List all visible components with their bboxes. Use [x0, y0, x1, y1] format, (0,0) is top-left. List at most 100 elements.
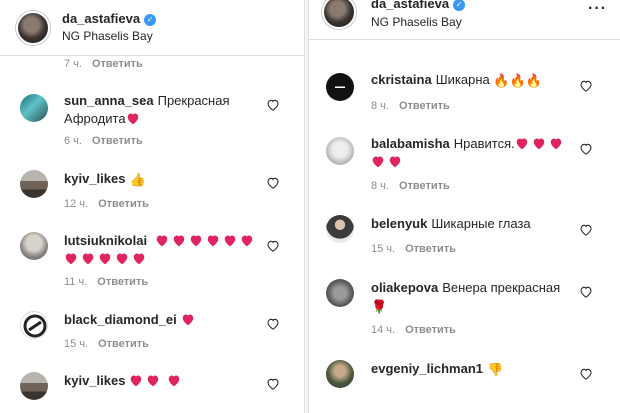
verified-badge-icon: ✓: [144, 14, 157, 26]
reply-button[interactable]: Ответить: [405, 243, 456, 255]
reply-button[interactable]: Ответить: [98, 338, 149, 350]
comment-username[interactable]: ckristaina: [371, 72, 432, 87]
red-heart-emoji-icon: [131, 375, 142, 387]
post-header: da_astafieva ✓ NG Phaselis Bay ···: [309, 0, 620, 40]
comment-text: evgeniy_lichman1 👎: [371, 360, 503, 379]
red-heart-emoji-icon: [133, 253, 145, 265]
avatar[interactable]: [326, 279, 354, 307]
comment-username[interactable]: evgeniy_lichman1: [371, 361, 483, 376]
heart-emoji-row: [155, 233, 257, 248]
comment-text: balabamisha Нравится.: [371, 135, 571, 171]
heart-outline-icon[interactable]: [579, 285, 593, 299]
avatar-logo-text-icon: ▬▬: [335, 84, 345, 90]
comment-username[interactable]: sun_anna_sea: [64, 93, 154, 108]
red-heart-emoji-icon: [190, 235, 201, 247]
comment-meta: 11 ч. Ответить: [64, 276, 149, 288]
verified-badge-icon: ✓: [453, 0, 466, 11]
avatar[interactable]: [20, 232, 48, 260]
red-heart-emoji-icon: [207, 235, 218, 247]
comment-text: ckristaina Шикарна 🔥🔥🔥: [371, 72, 542, 88]
reply-button[interactable]: Ответить: [97, 276, 148, 288]
comment-text: sun_anna_sea Прекрасная Афродита: [64, 93, 230, 126]
post-location[interactable]: NG Phaselis Bay: [62, 29, 153, 43]
comment-meta: 8 ч. Ответить: [371, 100, 450, 112]
comment-username[interactable]: kyiv_likes: [64, 373, 125, 388]
comment-text: kyiv_likes 👍: [64, 170, 146, 189]
red-heart-emoji-icon: [65, 253, 77, 265]
comment-text: oliakepova Венера прекрасная 🌹: [371, 280, 561, 314]
red-heart-emoji-icon: [168, 375, 180, 387]
avatar[interactable]: ▬▬: [326, 73, 354, 101]
avatar[interactable]: [326, 137, 354, 165]
heart-outline-icon[interactable]: [266, 176, 280, 190]
reply-button[interactable]: Ответить: [92, 58, 143, 70]
comment-meta: 7 ч. Ответить: [64, 58, 143, 70]
rose-emoji-icon: 🌹: [371, 299, 388, 314]
left-post-panel: da_astafieva ✓ NG Phaselis Bay 7 ч. Ответи…: [0, 0, 304, 413]
red-heart-emoji-icon: [241, 235, 252, 247]
avatar[interactable]: [326, 215, 354, 243]
red-heart-emoji-icon: [173, 235, 184, 247]
red-heart-emoji-icon: [156, 235, 167, 247]
heart-outline-icon[interactable]: [579, 367, 593, 381]
comment-meta: 12 ч. Ответить: [64, 198, 149, 210]
comment-meta: 15 ч. Ответить: [371, 243, 456, 255]
reply-button[interactable]: Ответить: [98, 198, 149, 210]
right-post-panel: da_astafieva ✓ NG Phaselis Bay ··· ▬▬ ckr…: [309, 0, 620, 413]
fire-emoji-icon: 🔥🔥🔥: [493, 73, 542, 88]
comment-text: lutsiuknikolai: [64, 232, 259, 268]
thumbs-up-emoji-icon: 👍: [129, 172, 146, 187]
heart-outline-icon[interactable]: [579, 142, 593, 156]
heart-outline-icon[interactable]: [266, 317, 280, 331]
reply-button[interactable]: Ответить: [399, 180, 450, 192]
heart-outline-icon[interactable]: [266, 98, 280, 112]
comment-username[interactable]: belenyuk: [371, 216, 427, 231]
heart-outline-icon[interactable]: [266, 239, 280, 253]
avatar[interactable]: [20, 372, 48, 400]
comment-meta: 8 ч. Ответить: [371, 180, 450, 192]
heart-outline-icon[interactable]: [579, 223, 593, 237]
comment-text: belenyuk Шикарные глаза: [371, 216, 531, 231]
reply-button[interactable]: Ответить: [399, 100, 450, 112]
comment-text: kyiv_likes: [64, 372, 184, 390]
reply-button[interactable]: Ответить: [405, 324, 456, 336]
thumbs-down-emoji-icon: 👎: [487, 362, 504, 377]
red-heart-emoji-icon: [99, 253, 111, 265]
reply-button[interactable]: Ответить: [92, 135, 143, 147]
post-author-username[interactable]: da_astafieva ✓: [371, 0, 466, 11]
avatar[interactable]: [326, 360, 354, 388]
heart-emoji-row: [64, 251, 149, 266]
post-author-username[interactable]: da_astafieva ✓: [62, 11, 157, 26]
post-header: da_astafieva ✓ NG Phaselis Bay: [0, 0, 304, 56]
avatar[interactable]: [20, 170, 48, 198]
heart-outline-icon[interactable]: [266, 377, 280, 391]
red-heart-emoji-icon: [224, 235, 235, 247]
comment-username[interactable]: kyiv_likes: [64, 171, 125, 186]
red-heart-emoji-icon: [127, 113, 138, 125]
red-heart-emoji-icon: [116, 253, 128, 265]
avatar[interactable]: [20, 311, 48, 339]
post-author-avatar[interactable]: [16, 11, 50, 45]
comment-username[interactable]: black_diamond_ei: [64, 312, 177, 327]
red-heart-emoji-icon: [533, 138, 544, 150]
comment-meta: 15 ч. Ответить: [64, 338, 149, 350]
comment-username[interactable]: lutsiuknikolai: [64, 233, 147, 248]
red-heart-emoji-icon: [516, 138, 527, 150]
red-heart-emoji-icon: [550, 138, 561, 150]
post-location[interactable]: NG Phaselis Bay: [371, 15, 462, 29]
diamond-logo-icon: [23, 314, 47, 338]
red-heart-emoji-icon: [182, 314, 193, 326]
red-heart-emoji-icon: [148, 375, 159, 387]
post-author-avatar[interactable]: [322, 0, 356, 29]
more-options-icon[interactable]: ···: [588, 0, 607, 18]
comment-username[interactable]: oliakepova: [371, 280, 438, 295]
avatar[interactable]: [20, 94, 48, 122]
comment-username[interactable]: balabamisha: [371, 136, 450, 151]
comment-text: black_diamond_ei: [64, 311, 198, 329]
red-heart-emoji-icon: [82, 253, 94, 265]
comment-meta: 14 ч. Ответить: [371, 324, 456, 336]
red-heart-emoji-icon: [372, 156, 384, 168]
red-heart-emoji-icon: [389, 156, 401, 168]
comment-meta: 6 ч. Ответить: [64, 135, 143, 147]
heart-outline-icon[interactable]: [579, 79, 593, 93]
